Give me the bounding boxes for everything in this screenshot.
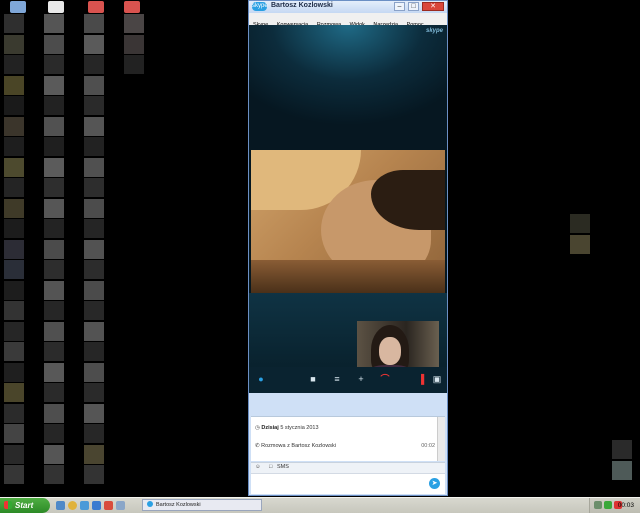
quicklaunch-show-desktop-icon[interactable]: [56, 501, 65, 510]
desktop-icon-1[interactable]: [10, 1, 26, 13]
desktop-icon-4[interactable]: [124, 1, 140, 13]
minimize-button[interactable]: –: [394, 2, 405, 11]
tray-security-icon[interactable]: [604, 501, 612, 509]
window-title: Bartosz Kozlowski: [271, 2, 333, 9]
quicklaunch-app-icon-3[interactable]: [104, 501, 113, 510]
call-entry-row[interactable]: ✆ Rozmowa z Bartosz Kozlowski: [255, 443, 336, 449]
windows-logo-icon: [4, 501, 12, 509]
desktop-icon-2[interactable]: [48, 1, 64, 13]
desktop-icon-column-4: [124, 14, 146, 76]
call-entry-text: Rozmowa z Bartosz Kozlowski: [261, 443, 337, 449]
skype-watermark: skype: [425, 28, 443, 34]
skype-taskbar-icon: [147, 501, 153, 507]
close-button[interactable]: ✕: [422, 2, 444, 11]
start-label: Start: [15, 501, 34, 510]
send-message-icon[interactable]: ➤: [429, 478, 440, 489]
title-bar[interactable]: skype Bartosz Kozlowski – □ ✕: [249, 1, 447, 13]
video-top-pane: skype: [249, 25, 447, 150]
chat-bubble-icon[interactable]: ●: [255, 374, 267, 384]
remote-video-shadow: [251, 260, 445, 293]
plus-icon[interactable]: +: [355, 374, 367, 384]
date-label: Dzisiaj: [261, 425, 279, 431]
self-view-face: [379, 337, 401, 365]
taskbar-item-label: Bartosz Kozlowski: [156, 502, 201, 508]
message-input[interactable]: ➤: [251, 473, 445, 494]
date-value: 5 stycznia 2013: [280, 425, 319, 431]
microphone-icon[interactable]: ≡: [331, 374, 343, 384]
maximize-button[interactable]: □: [408, 2, 419, 11]
quicklaunch-chrome-icon[interactable]: [68, 501, 77, 510]
sms-toggle-icon[interactable]: □: [269, 464, 272, 470]
chat-scrollbar[interactable]: [437, 417, 445, 461]
video-camera-icon[interactable]: ■: [307, 374, 319, 384]
remote-video-feed: [251, 150, 445, 293]
call-controls-bar: ● ■ ≡ + ⌒ ▐ ▣: [249, 367, 447, 393]
desktop-icon-column-1: [4, 14, 26, 486]
chat-history: ◷ Dzisiaj 5 stycznia 2013 ✆ Rozmowa z Ba…: [251, 416, 445, 461]
fullscreen-icon[interactable]: ▣: [431, 374, 443, 384]
desktop-icon-column-2: [44, 14, 66, 486]
call-duration: 00:02: [421, 443, 435, 449]
quicklaunch-app-icon-1[interactable]: [80, 501, 89, 510]
quicklaunch-app-icon-4[interactable]: [116, 501, 125, 510]
desktop-icon-column-right-bottom: [612, 440, 634, 481]
tray-network-icon[interactable]: [594, 501, 602, 509]
date-row: ◷ Dzisiaj 5 stycznia 2013: [255, 425, 319, 431]
quicklaunch-app-icon-2[interactable]: [92, 501, 101, 510]
desktop-icon-3[interactable]: [88, 1, 104, 13]
video-area: skype: [249, 25, 447, 391]
system-tray: 00:03: [589, 498, 640, 513]
sms-label[interactable]: SMS: [277, 464, 289, 470]
clock-icon: ◷: [255, 425, 260, 431]
desktop-icon-column-3: [84, 14, 106, 486]
desktop-icon-column-right: [570, 214, 592, 255]
phone-icon: ✆: [255, 443, 260, 449]
emoticon-icon[interactable]: ☺: [255, 464, 261, 470]
taskbar-clock[interactable]: 00:03: [618, 498, 634, 513]
hang-up-icon[interactable]: ⌒: [379, 374, 391, 384]
taskbar-item-skype[interactable]: Bartosz Kozlowski: [142, 499, 262, 511]
signal-bars-icon: ▐: [417, 374, 425, 384]
start-button[interactable]: Start: [0, 498, 50, 513]
skype-logo-icon: skype: [252, 2, 268, 11]
skype-call-window: skype Bartosz Kozlowski – □ ✕ Skype Konw…: [248, 0, 448, 496]
taskbar: Start Bartosz Kozlowski 00:03: [0, 497, 640, 513]
